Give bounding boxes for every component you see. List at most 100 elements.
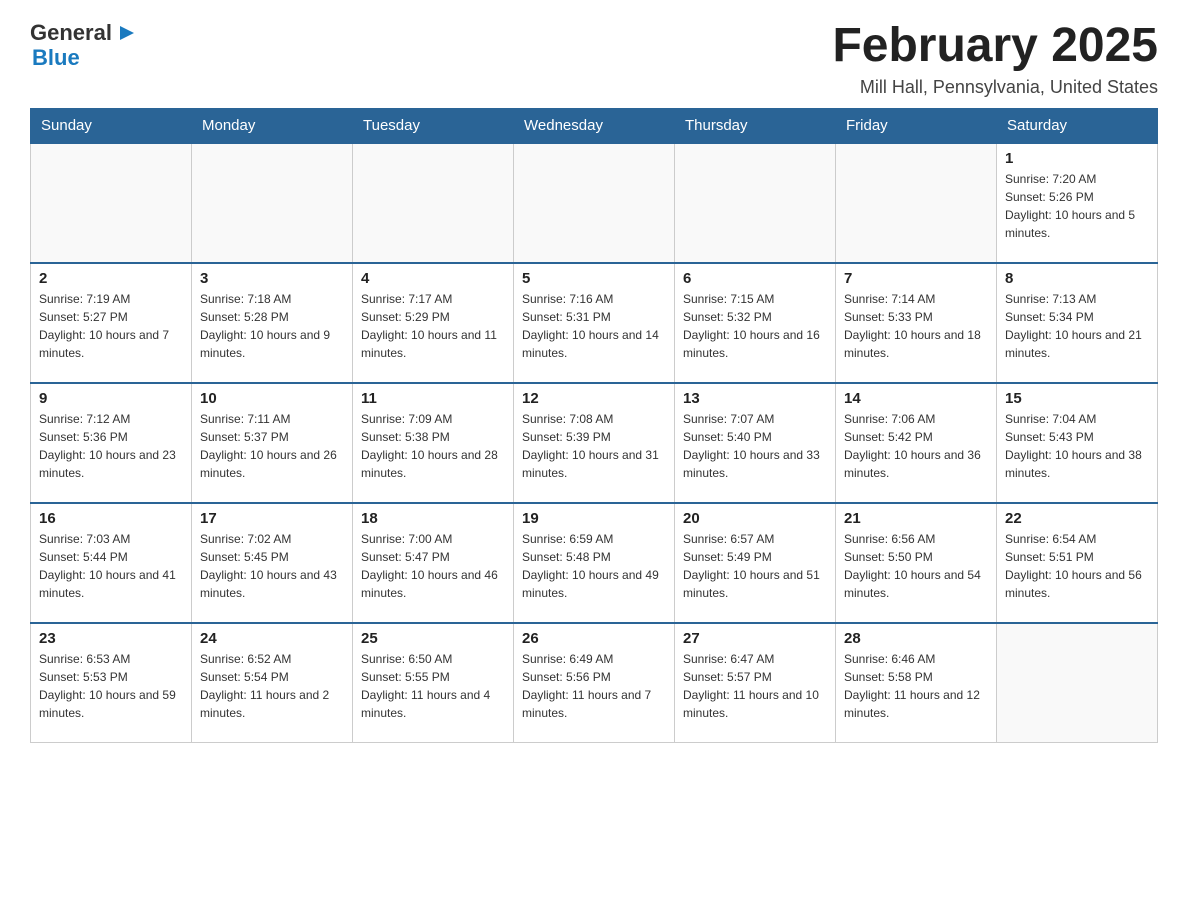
calendar-cell xyxy=(192,143,353,263)
day-info: Sunrise: 7:15 AM Sunset: 5:32 PM Dayligh… xyxy=(683,290,827,362)
page-header: General Blue February 2025 Mill Hall, Pe… xyxy=(30,20,1158,98)
header-friday: Friday xyxy=(836,108,997,143)
logo: General Blue xyxy=(30,20,140,70)
calendar-cell: 11 Sunrise: 7:09 AM Sunset: 5:38 PM Dayli… xyxy=(353,383,514,503)
day-number: 4 xyxy=(361,270,505,287)
calendar-cell xyxy=(31,143,192,263)
day-number: 21 xyxy=(844,510,988,527)
day-number: 3 xyxy=(200,270,344,287)
day-number: 14 xyxy=(844,390,988,407)
day-number: 16 xyxy=(39,510,183,527)
calendar-table: Sunday Monday Tuesday Wednesday Thursday… xyxy=(30,108,1158,744)
day-info: Sunrise: 7:12 AM Sunset: 5:36 PM Dayligh… xyxy=(39,410,183,482)
week-row-2: 2 Sunrise: 7:19 AM Sunset: 5:27 PM Daylig… xyxy=(31,263,1158,383)
day-info: Sunrise: 7:07 AM Sunset: 5:40 PM Dayligh… xyxy=(683,410,827,482)
header-tuesday: Tuesday xyxy=(353,108,514,143)
calendar-cell: 28 Sunrise: 6:46 AM Sunset: 5:58 PM Dayli… xyxy=(836,623,997,743)
day-number: 11 xyxy=(361,390,505,407)
calendar-cell xyxy=(997,623,1158,743)
day-info: Sunrise: 6:54 AM Sunset: 5:51 PM Dayligh… xyxy=(1005,530,1149,602)
calendar-header-row: Sunday Monday Tuesday Wednesday Thursday… xyxy=(31,108,1158,143)
calendar-cell: 15Sunrise: 7:04 AM Sunset: 5:43 PM Dayli… xyxy=(997,383,1158,503)
calendar-cell: 9 Sunrise: 7:12 AM Sunset: 5:36 PM Daylig… xyxy=(31,383,192,503)
header-monday: Monday xyxy=(192,108,353,143)
calendar-cell: 8 Sunrise: 7:13 AM Sunset: 5:34 PM Daylig… xyxy=(997,263,1158,383)
day-info: Sunrise: 7:18 AM Sunset: 5:28 PM Dayligh… xyxy=(200,290,344,362)
day-info: Sunrise: 6:46 AM Sunset: 5:58 PM Dayligh… xyxy=(844,650,988,722)
header-saturday: Saturday xyxy=(997,108,1158,143)
day-number: 22 xyxy=(1005,510,1149,527)
calendar-cell: 18 Sunrise: 7:00 AM Sunset: 5:47 PM Dayli… xyxy=(353,503,514,623)
day-info: Sunrise: 6:49 AM Sunset: 5:56 PM Dayligh… xyxy=(522,650,666,722)
day-info: Sunrise: 7:19 AM Sunset: 5:27 PM Dayligh… xyxy=(39,290,183,362)
day-info: Sunrise: 6:56 AM Sunset: 5:50 PM Dayligh… xyxy=(844,530,988,602)
calendar-cell: 4 Sunrise: 7:17 AM Sunset: 5:29 PM Daylig… xyxy=(353,263,514,383)
day-number: 19 xyxy=(522,510,666,527)
day-info: Sunrise: 7:20 AM Sunset: 5:26 PM Dayligh… xyxy=(1005,170,1149,242)
calendar-cell: 2 Sunrise: 7:19 AM Sunset: 5:27 PM Daylig… xyxy=(31,263,192,383)
day-info: Sunrise: 7:17 AM Sunset: 5:29 PM Dayligh… xyxy=(361,290,505,362)
week-row-5: 23Sunrise: 6:53 AM Sunset: 5:53 PM Dayli… xyxy=(31,623,1158,743)
calendar-cell xyxy=(836,143,997,263)
calendar-cell: 7 Sunrise: 7:14 AM Sunset: 5:33 PM Daylig… xyxy=(836,263,997,383)
day-info: Sunrise: 7:11 AM Sunset: 5:37 PM Dayligh… xyxy=(200,410,344,482)
header-wednesday: Wednesday xyxy=(514,108,675,143)
day-number: 6 xyxy=(683,270,827,287)
day-number: 8 xyxy=(1005,270,1149,287)
calendar-cell: 21 Sunrise: 6:56 AM Sunset: 5:50 PM Dayli… xyxy=(836,503,997,623)
day-number: 5 xyxy=(522,270,666,287)
calendar-cell: 26 Sunrise: 6:49 AM Sunset: 5:56 PM Dayli… xyxy=(514,623,675,743)
day-info: Sunrise: 6:59 AM Sunset: 5:48 PM Dayligh… xyxy=(522,530,666,602)
day-number: 18 xyxy=(361,510,505,527)
day-number: 13 xyxy=(683,390,827,407)
day-info: Sunrise: 7:00 AM Sunset: 5:47 PM Dayligh… xyxy=(361,530,505,602)
week-row-4: 16Sunrise: 7:03 AM Sunset: 5:44 PM Dayli… xyxy=(31,503,1158,623)
calendar-cell: 10 Sunrise: 7:11 AM Sunset: 5:37 PM Dayli… xyxy=(192,383,353,503)
day-info: Sunrise: 7:14 AM Sunset: 5:33 PM Dayligh… xyxy=(844,290,988,362)
header-thursday: Thursday xyxy=(675,108,836,143)
calendar-cell xyxy=(514,143,675,263)
calendar-cell: 20 Sunrise: 6:57 AM Sunset: 5:49 PM Dayli… xyxy=(675,503,836,623)
day-number: 10 xyxy=(200,390,344,407)
day-info: Sunrise: 7:09 AM Sunset: 5:38 PM Dayligh… xyxy=(361,410,505,482)
day-info: Sunrise: 7:08 AM Sunset: 5:39 PM Dayligh… xyxy=(522,410,666,482)
day-info: Sunrise: 7:04 AM Sunset: 5:43 PM Dayligh… xyxy=(1005,410,1149,482)
calendar-cell: 17 Sunrise: 7:02 AM Sunset: 5:45 PM Dayli… xyxy=(192,503,353,623)
day-number: 2 xyxy=(39,270,183,287)
calendar-cell: 1Sunrise: 7:20 AM Sunset: 5:26 PM Daylig… xyxy=(997,143,1158,263)
day-number: 7 xyxy=(844,270,988,287)
day-number: 17 xyxy=(200,510,344,527)
title-block: February 2025 Mill Hall, Pennsylvania, U… xyxy=(832,20,1158,98)
day-number: 23 xyxy=(39,630,183,647)
calendar-cell: 22 Sunrise: 6:54 AM Sunset: 5:51 PM Dayli… xyxy=(997,503,1158,623)
calendar-cell: 14 Sunrise: 7:06 AM Sunset: 5:42 PM Dayli… xyxy=(836,383,997,503)
day-info: Sunrise: 7:02 AM Sunset: 5:45 PM Dayligh… xyxy=(200,530,344,602)
header-sunday: Sunday xyxy=(31,108,192,143)
calendar-cell: 25Sunrise: 6:50 AM Sunset: 5:55 PM Dayli… xyxy=(353,623,514,743)
week-row-1: 1Sunrise: 7:20 AM Sunset: 5:26 PM Daylig… xyxy=(31,143,1158,263)
day-number: 26 xyxy=(522,630,666,647)
calendar-cell: 12Sunrise: 7:08 AM Sunset: 5:39 PM Dayli… xyxy=(514,383,675,503)
calendar-cell: 5Sunrise: 7:16 AM Sunset: 5:31 PM Daylig… xyxy=(514,263,675,383)
day-info: Sunrise: 7:13 AM Sunset: 5:34 PM Dayligh… xyxy=(1005,290,1149,362)
calendar-cell xyxy=(675,143,836,263)
calendar-cell xyxy=(353,143,514,263)
day-number: 20 xyxy=(683,510,827,527)
calendar-cell: 24Sunrise: 6:52 AM Sunset: 5:54 PM Dayli… xyxy=(192,623,353,743)
day-info: Sunrise: 6:57 AM Sunset: 5:49 PM Dayligh… xyxy=(683,530,827,602)
day-number: 9 xyxy=(39,390,183,407)
logo-blue-text: Blue xyxy=(32,46,80,70)
calendar-cell: 19 Sunrise: 6:59 AM Sunset: 5:48 PM Dayli… xyxy=(514,503,675,623)
calendar-cell: 23Sunrise: 6:53 AM Sunset: 5:53 PM Dayli… xyxy=(31,623,192,743)
calendar-cell: 16Sunrise: 7:03 AM Sunset: 5:44 PM Dayli… xyxy=(31,503,192,623)
day-number: 28 xyxy=(844,630,988,647)
calendar-cell: 13 Sunrise: 7:07 AM Sunset: 5:40 PM Dayli… xyxy=(675,383,836,503)
day-info: Sunrise: 6:47 AM Sunset: 5:57 PM Dayligh… xyxy=(683,650,827,722)
day-number: 24 xyxy=(200,630,344,647)
day-info: Sunrise: 7:06 AM Sunset: 5:42 PM Dayligh… xyxy=(844,410,988,482)
logo-general-text: General xyxy=(30,21,112,45)
calendar-cell: 3 Sunrise: 7:18 AM Sunset: 5:28 PM Daylig… xyxy=(192,263,353,383)
calendar-cell: 6 Sunrise: 7:15 AM Sunset: 5:32 PM Daylig… xyxy=(675,263,836,383)
day-number: 27 xyxy=(683,630,827,647)
month-title: February 2025 xyxy=(832,20,1158,73)
